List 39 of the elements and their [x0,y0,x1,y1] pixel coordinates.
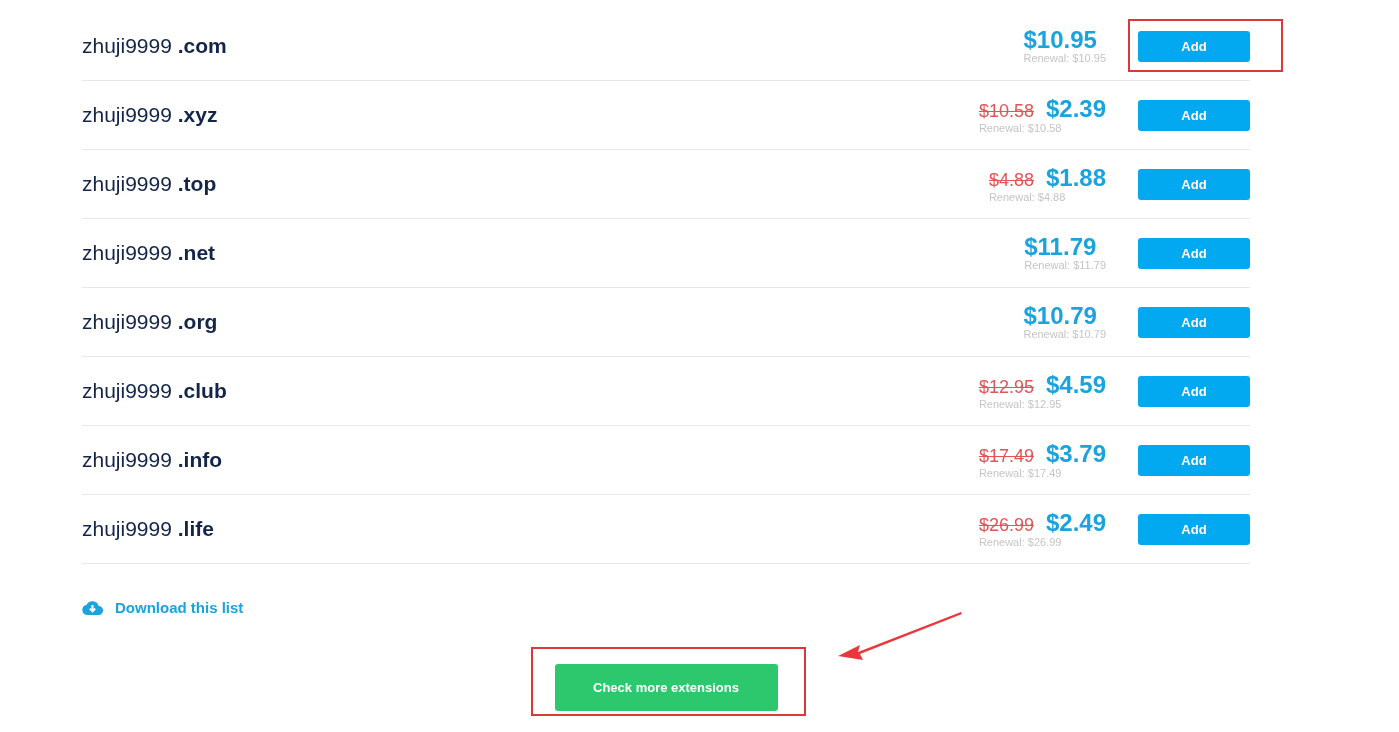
download-link[interactable]: Download this list [82,599,244,616]
renewal-price: Renewal: $4.88 [988,190,1066,203]
price: $3.79 [1045,441,1106,466]
domain-name: zhuji9999 .net [82,241,217,265]
add-button[interactable]: Add [1138,375,1250,407]
domain-name: zhuji9999 .top [82,172,218,196]
domain-name: zhuji9999 .info [82,448,224,472]
renewal-price: Renewal: $10.95 [1023,52,1106,64]
add-button[interactable]: Add [1138,513,1250,545]
domain-name: zhuji9999 .xyz [82,103,219,127]
domain-name: zhuji9999 .com [82,34,228,58]
add-button[interactable]: Add [1138,306,1250,338]
add-button[interactable]: Add [1138,168,1250,200]
add-button[interactable]: Add [1138,30,1250,62]
check-more-button[interactable]: Check more extensions [554,664,778,711]
renewal-price: Renewal: $10.58 [978,121,1062,134]
renewal-price: Renewal: $17.49 [978,466,1062,479]
price: $11.79 [1024,235,1097,259]
price: $10.95 [1023,28,1097,52]
price: $2.39 [1045,96,1106,121]
domain-name: zhuji9999 .club [82,379,228,403]
renewal-price: Renewal: $11.79 [1024,259,1106,271]
domain-name: zhuji9999 .org [82,310,219,334]
price: $4.59 [1045,372,1106,397]
add-button[interactable]: Add [1138,444,1250,476]
old-price: $17.49 [978,445,1034,467]
old-price: $4.88 [988,169,1034,191]
domain-name: zhuji9999 .life [82,517,215,541]
old-price: $10.58 [978,100,1034,122]
renewal-price: Renewal: $10.79 [1023,328,1106,340]
cloud-download-icon [82,600,103,615]
add-button[interactable]: Add [1138,99,1250,131]
add-button[interactable]: Add [1138,237,1250,269]
price: $10.79 [1023,304,1097,328]
price: $1.88 [1045,165,1106,190]
price: $2.49 [1045,510,1106,535]
renewal-price: Renewal: $12.95 [978,397,1062,410]
old-price: $26.99 [978,514,1034,536]
old-price: $12.95 [978,376,1034,398]
